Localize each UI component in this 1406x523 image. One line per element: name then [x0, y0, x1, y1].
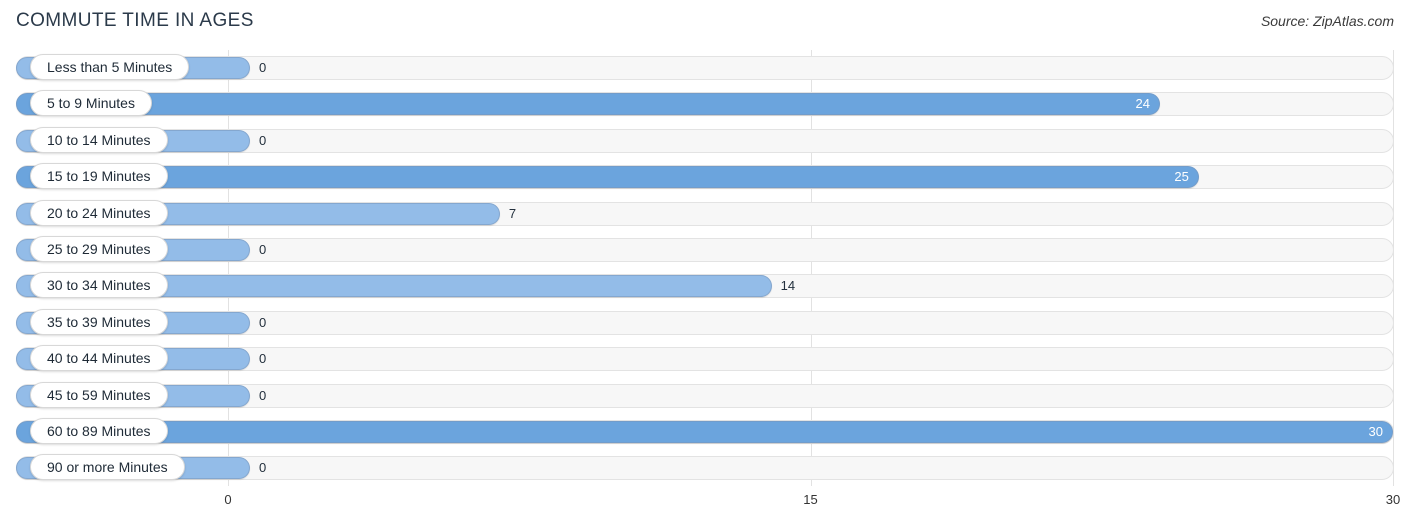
- category-label-text: 20 to 24 Minutes: [47, 204, 151, 221]
- chart-root: COMMUTE TIME IN AGES Source: ZipAtlas.co…: [0, 0, 1406, 523]
- category-label-text: 5 to 9 Minutes: [47, 95, 135, 112]
- bar-value-label: 25: [1174, 169, 1189, 185]
- bar-value-label: 0: [259, 314, 267, 330]
- bar-row[interactable]: 24 5 to 9 Minutes: [16, 90, 1394, 118]
- bar-value-label: 0: [259, 460, 267, 476]
- bar-value-label: 0: [259, 387, 267, 403]
- category-label-pill[interactable]: 30 to 34 Minutes: [30, 272, 168, 299]
- bar-row[interactable]: 7 20 to 24 Minutes: [16, 199, 1394, 228]
- category-label-pill[interactable]: 90 or more Minutes: [30, 454, 185, 481]
- bar-value-label: 14: [780, 278, 796, 294]
- bar-row[interactable]: 0 90 or more Minutes: [16, 454, 1394, 482]
- bar-value-label: 24: [1135, 96, 1150, 112]
- bar[interactable]: [16, 93, 1160, 116]
- category-label-pill[interactable]: 35 to 39 Minutes: [30, 308, 168, 335]
- category-label-text: 10 to 14 Minutes: [47, 131, 151, 148]
- category-label-text: 25 to 29 Minutes: [47, 241, 151, 257]
- category-label-pill[interactable]: 20 to 24 Minutes: [30, 199, 168, 226]
- x-axis-tick: 0: [224, 492, 232, 507]
- bar-row[interactable]: 30 60 to 89 Minutes: [16, 418, 1394, 446]
- x-axis: 0 15 30: [16, 486, 1400, 523]
- category-label-text: 90 or more Minutes: [47, 459, 168, 476]
- bar-value-label: 0: [259, 242, 267, 257]
- bar-row[interactable]: 0 35 to 39 Minutes: [16, 308, 1394, 337]
- category-label-pill[interactable]: 5 to 9 Minutes: [30, 90, 152, 117]
- page-title: COMMUTE TIME IN AGES: [16, 10, 254, 31]
- category-label-pill[interactable]: 60 to 89 Minutes: [30, 418, 168, 444]
- source-attribution: Source: ZipAtlas.com: [1260, 13, 1394, 29]
- bar-value-label: 0: [259, 60, 267, 75]
- bar-row[interactable]: 0 25 to 29 Minutes: [16, 236, 1394, 264]
- category-label-text: 30 to 34 Minutes: [47, 277, 151, 294]
- category-label-pill[interactable]: 10 to 14 Minutes: [30, 126, 168, 153]
- bar-row[interactable]: 0 45 to 59 Minutes: [16, 381, 1394, 410]
- chart-header: COMMUTE TIME IN AGES Source: ZipAtlas.co…: [0, 0, 1406, 44]
- bar-value-label: 0: [259, 351, 267, 367]
- category-label-pill[interactable]: 25 to 29 Minutes: [30, 236, 168, 262]
- bar[interactable]: [16, 166, 1199, 189]
- category-label-pill[interactable]: 40 to 44 Minutes: [30, 345, 168, 372]
- category-label-text: 60 to 89 Minutes: [47, 423, 151, 439]
- bar-row[interactable]: 0 10 to 14 Minutes: [16, 126, 1394, 155]
- bar-row[interactable]: 25 15 to 19 Minutes: [16, 163, 1394, 191]
- category-label-text: 15 to 19 Minutes: [47, 168, 151, 185]
- bar[interactable]: [16, 421, 1393, 443]
- x-axis-tick: 30: [1385, 492, 1401, 507]
- bar-row[interactable]: 0 Less than 5 Minutes: [16, 54, 1394, 82]
- category-label-pill[interactable]: Less than 5 Minutes: [30, 54, 190, 80]
- bar-value-label: 7: [508, 205, 517, 221]
- bar-row[interactable]: 0 40 to 44 Minutes: [16, 345, 1394, 373]
- category-label-pill[interactable]: 45 to 59 Minutes: [30, 381, 168, 408]
- bar-row[interactable]: 14 30 to 34 Minutes: [16, 272, 1394, 300]
- category-label-text: 45 to 59 Minutes: [47, 386, 151, 403]
- bar-value-label: 30: [1368, 424, 1383, 439]
- x-axis-tick: 15: [803, 492, 818, 507]
- category-label-text: 35 to 39 Minutes: [47, 313, 151, 330]
- category-label-text: Less than 5 Minutes: [47, 59, 173, 75]
- category-label-text: 40 to 44 Minutes: [47, 350, 151, 367]
- plot-area: 0 Less than 5 Minutes 24 5 to 9 Minutes 0 10 …: [16, 50, 1394, 486]
- category-label-pill[interactable]: 15 to 19 Minutes: [30, 163, 168, 190]
- bar-value-label: 0: [259, 132, 267, 148]
